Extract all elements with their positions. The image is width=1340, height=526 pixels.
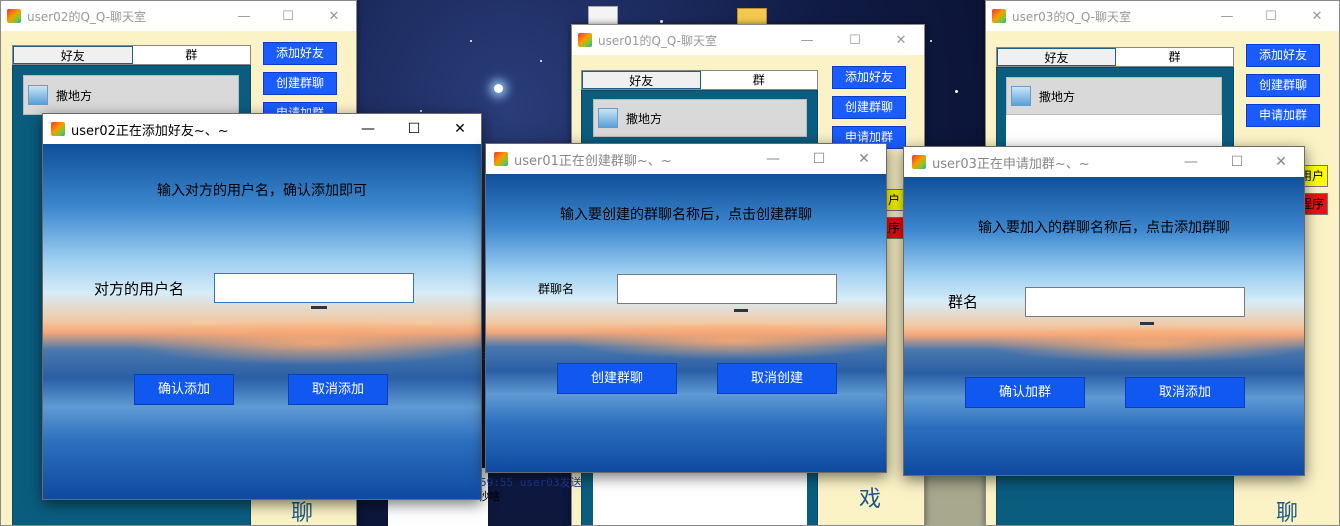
app-icon: [494, 152, 508, 166]
app-icon: [7, 9, 21, 23]
maximize-icon[interactable]: ☐: [1248, 1, 1294, 31]
app-icon: [912, 155, 926, 169]
minimize-icon[interactable]: —: [221, 1, 267, 31]
tab-friends[interactable]: 好友: [13, 46, 133, 64]
friend-name: 撒地方: [1039, 89, 1076, 104]
dialog-body: 输入要创建的群聊名称后，点击创建群聊 群聊名 创建群聊 取消创建: [486, 174, 886, 472]
add-friend-button[interactable]: 添加好友: [263, 42, 337, 65]
group-name-label: 群名: [948, 293, 979, 311]
minimize-icon[interactable]: —: [784, 25, 830, 55]
create-group-dialog[interactable]: user01正在创建群聊~、~ — ☐ ✕ 输入要创建的群聊名称后，点击创建群聊…: [485, 143, 887, 473]
create-group-button[interactable]: 创建群聊: [557, 363, 677, 394]
add-friend-button[interactable]: 添加好友: [1246, 44, 1320, 67]
desktop-file-icon[interactable]: [588, 6, 618, 26]
tab-friends[interactable]: 好友: [997, 48, 1116, 66]
dialog-prompt: 输入要加入的群聊名称后，点击添加群聊: [978, 220, 1230, 236]
star: [494, 84, 503, 93]
tab-friends[interactable]: 好友: [582, 71, 701, 89]
group-name-input[interactable]: [1025, 287, 1245, 317]
close-icon[interactable]: ✕: [437, 114, 481, 144]
confirm-add-button[interactable]: 确认添加: [134, 374, 234, 405]
maximize-icon[interactable]: ☐: [1214, 147, 1260, 177]
friend-name: 撒地方: [56, 88, 93, 103]
star: [930, 40, 932, 42]
decorative-text: 聊: [1276, 501, 1299, 526]
close-icon[interactable]: ✕: [311, 1, 356, 31]
star: [420, 110, 422, 112]
create-group-button[interactable]: 创建群聊: [1246, 74, 1320, 97]
app-icon: [992, 9, 1006, 23]
maximize-icon[interactable]: ☐: [832, 25, 878, 55]
desktop-strip: [925, 470, 985, 526]
friend-item[interactable]: 撒地方: [23, 75, 239, 115]
app-icon: [578, 33, 592, 47]
join-group-button[interactable]: 申请加群: [1246, 104, 1320, 127]
friend-item[interactable]: 撒地方: [593, 99, 807, 137]
dialog-body: 输入对方的用户名，确认添加即可 对方的用户名 确认添加 取消添加: [43, 144, 481, 499]
tab-groups[interactable]: 群: [133, 46, 251, 64]
username-label: 对方的用户名: [94, 280, 185, 298]
app-icon: [51, 122, 65, 136]
friend-item[interactable]: 撒地方: [1006, 77, 1222, 115]
maximize-icon[interactable]: ☐: [391, 114, 437, 144]
join-group-dialog[interactable]: user03正在申请加群~、~ — ☐ ✕ 输入要加入的群聊名称后，点击添加群聊…: [903, 146, 1305, 476]
confirm-join-button[interactable]: 确认加群: [965, 377, 1085, 408]
pier-decoration: [734, 309, 748, 312]
create-group-button[interactable]: 创建群聊: [263, 72, 337, 95]
dialog-prompt: 输入对方的用户名，确认添加即可: [157, 183, 367, 199]
tab-bar: 好友 群: [996, 47, 1234, 67]
cancel-join-button[interactable]: 取消添加: [1125, 377, 1245, 408]
close-icon[interactable]: ✕: [1258, 147, 1304, 177]
dialog-body: 输入要加入的群聊名称后，点击添加群聊 群名 确认加群 取消添加: [904, 177, 1304, 475]
group-name-input[interactable]: [617, 274, 837, 304]
window-title: user01的Q_Q-聊天室: [598, 33, 717, 48]
friend-name: 撒地方: [626, 111, 663, 126]
close-icon[interactable]: ✕: [878, 25, 924, 55]
group-name-label: 群聊名: [538, 282, 575, 296]
star: [955, 90, 958, 93]
window-title: user02的Q_Q-聊天室: [27, 9, 146, 24]
tab-groups[interactable]: 群: [1116, 48, 1233, 66]
dialog-title: user01正在创建群聊~、~: [514, 153, 672, 169]
chat-area: [593, 473, 807, 525]
star: [470, 40, 472, 42]
dialog-title: user02正在添加好友~、~: [71, 123, 229, 139]
close-icon[interactable]: ✕: [841, 144, 886, 174]
tab-bar: 好友 群: [12, 45, 251, 65]
pier-decoration: [311, 306, 327, 309]
avatar: [28, 85, 48, 105]
minimize-icon[interactable]: —: [345, 114, 391, 144]
avatar: [1011, 86, 1031, 106]
minimize-icon[interactable]: —: [750, 144, 796, 174]
decorative-text: 戏: [859, 487, 882, 512]
create-group-button[interactable]: 创建群聊: [832, 96, 906, 119]
close-icon[interactable]: ✕: [1294, 1, 1339, 31]
window-title: user03的Q_Q-聊天室: [1012, 9, 1131, 24]
add-friend-dialog[interactable]: user02正在添加好友~、~ — ☐ ✕ 输入对方的用户名，确认添加即可 对方…: [42, 113, 482, 500]
star: [540, 60, 542, 62]
pier-decoration: [1140, 322, 1154, 325]
dialog-title: user03正在申请加群~、~: [932, 156, 1090, 172]
tab-groups[interactable]: 群: [701, 71, 818, 89]
cancel-create-button[interactable]: 取消创建: [717, 363, 837, 394]
dialog-prompt: 输入要创建的群聊名称后，点击创建群聊: [560, 207, 812, 223]
cancel-add-button[interactable]: 取消添加: [288, 374, 388, 405]
maximize-icon[interactable]: ☐: [265, 1, 311, 31]
add-friend-button[interactable]: 添加好友: [832, 66, 906, 89]
minimize-icon[interactable]: —: [1204, 1, 1250, 31]
tab-bar: 好友 群: [581, 70, 818, 90]
star: [660, 20, 663, 23]
maximize-icon[interactable]: ☐: [796, 144, 842, 174]
minimize-icon[interactable]: —: [1168, 147, 1214, 177]
username-input[interactable]: [214, 273, 414, 303]
avatar: [598, 108, 618, 128]
